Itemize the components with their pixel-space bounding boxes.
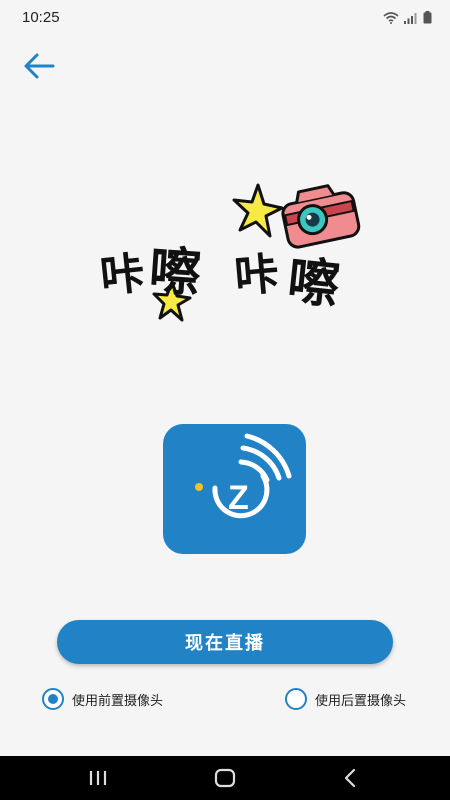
battery-icon [423,11,432,24]
go-live-button[interactable]: 现在直播 [57,620,393,664]
back-button[interactable] [20,48,60,84]
svg-text:咔: 咔 [98,248,147,303]
home-icon [214,768,236,788]
home-button[interactable] [205,764,245,792]
rear-camera-label: 使用后置摄像头 [315,693,407,709]
wifi-icon [383,12,399,24]
svg-text:咔: 咔 [233,248,281,303]
svg-text:嚓: 嚓 [147,241,203,304]
front-camera-option[interactable]: 使用前置摄像头 [42,688,163,710]
rear-camera-radio[interactable] [285,688,307,710]
front-camera-label: 使用前置摄像头 [72,693,164,709]
status-time: 10:25 [22,9,60,26]
camera-icon [281,184,361,249]
svg-text:Z: Z [228,479,249,517]
back-icon [344,768,356,788]
status-bar: 10:25 [0,0,450,36]
back-arrow-icon [24,53,55,79]
status-icons [383,11,432,24]
front-camera-radio[interactable] [42,688,64,710]
rear-camera-option[interactable]: 使用后置摄像头 [285,688,406,710]
system-back-button[interactable] [330,764,370,792]
recent-apps-button[interactable] [78,764,118,792]
sparkle-icon [232,183,284,238]
recent-apps-icon [89,771,107,785]
app-logo-icon: Z [195,433,292,519]
navigation-bar [0,756,450,800]
svg-text:嚓: 嚓 [285,251,343,316]
signal-icon [404,13,417,24]
app-logo: Z [163,424,306,554]
banner-illustration: 咔 嚓 咔 嚓 [98,180,388,330]
